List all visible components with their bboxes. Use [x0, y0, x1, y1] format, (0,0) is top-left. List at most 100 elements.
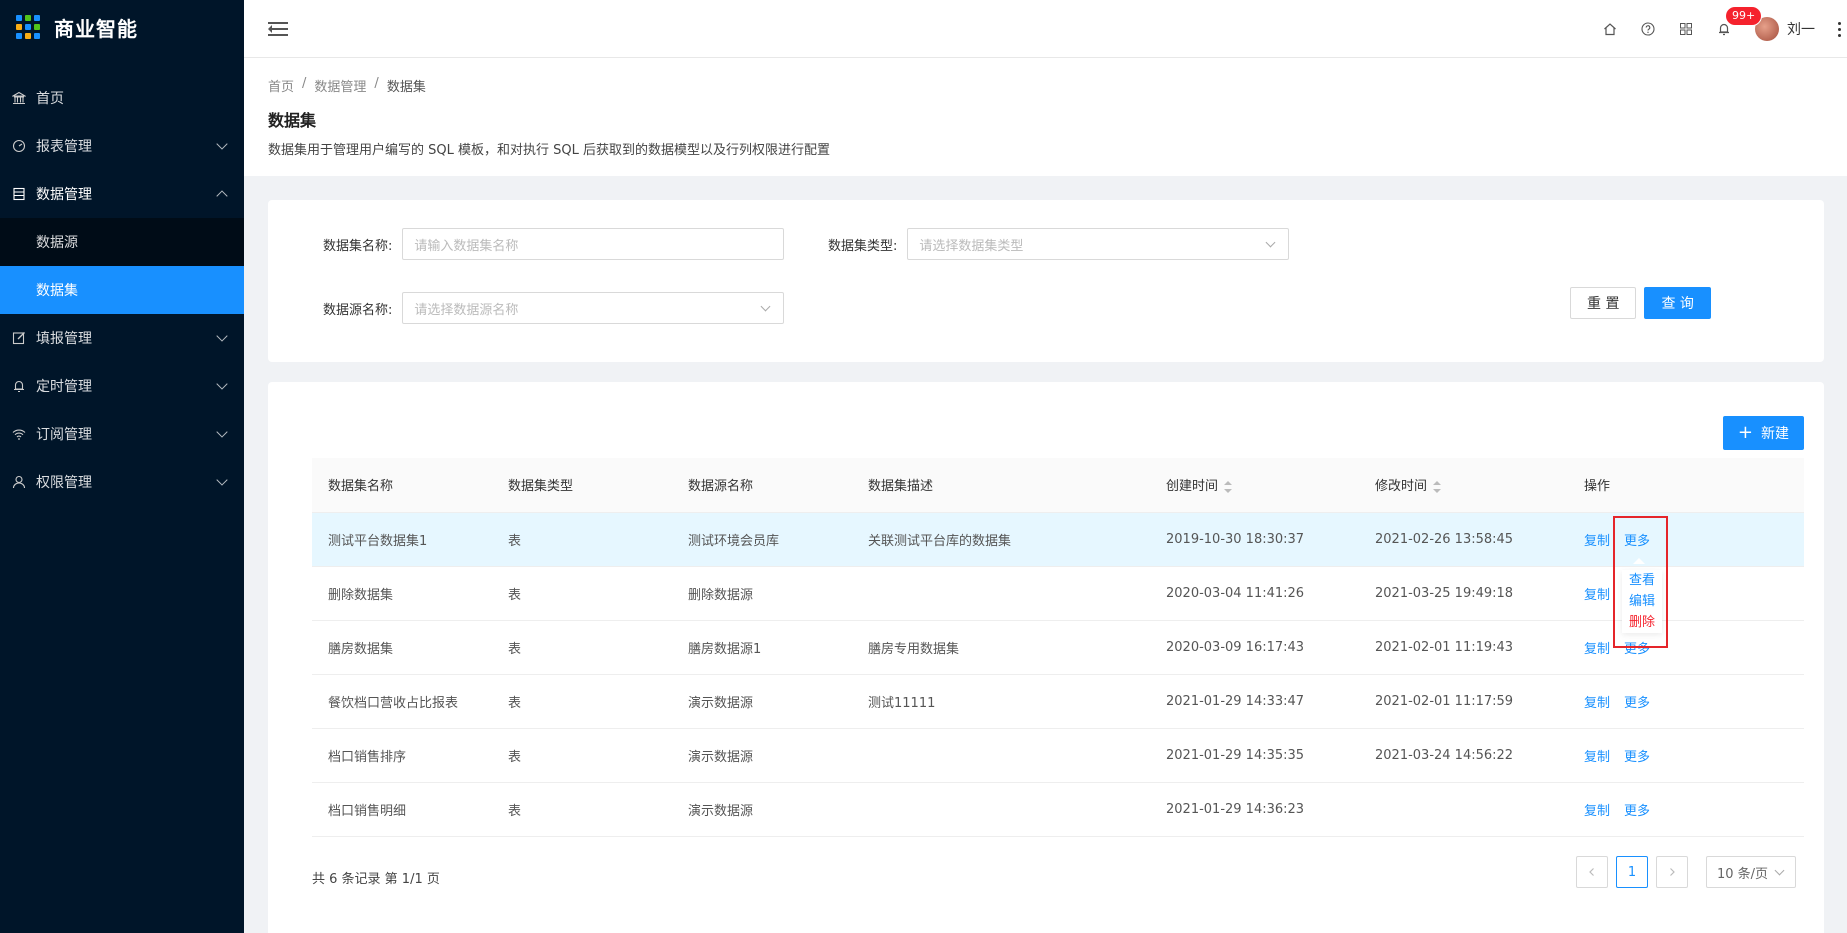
pagination: 1 10 条/页	[1576, 856, 1796, 888]
page-number[interactable]: 1	[1616, 856, 1648, 888]
home-icon[interactable]	[1591, 0, 1629, 58]
cell-modified: 2021-03-25 19:49:18	[1359, 566, 1568, 621]
table-row: 档口销售排序 表 演示数据源 2021-01-29 14:35:35 2021-…	[312, 728, 1804, 783]
select-placeholder: 请选择数据源名称	[414, 302, 519, 318]
notification-bell-icon[interactable]: 99+	[1705, 0, 1763, 58]
chevron-down-icon	[216, 426, 228, 438]
sidebar-item-home[interactable]: 首页	[0, 74, 244, 122]
column-header-created[interactable]: 创建时间	[1150, 458, 1359, 513]
sort-icon[interactable]	[1224, 480, 1233, 493]
cell-created: 2021-01-29 14:35:35	[1150, 728, 1359, 783]
table-row: 膳房数据集 表 膳房数据源1 膳房专用数据集 2020-03-09 16:17:…	[312, 620, 1804, 675]
breadcrumb-home[interactable]: 首页	[268, 76, 294, 95]
chevron-down-icon	[216, 474, 228, 486]
query-button[interactable]: 查 询	[1644, 287, 1711, 319]
column-header: 数据集描述	[852, 458, 1150, 513]
chevron-down-icon	[760, 301, 771, 312]
sidebar-item-label: 数据管理	[36, 187, 92, 203]
cell-actions: 复制更多	[1568, 728, 1804, 783]
sidebar-item-schedule-management[interactable]: 定时管理	[0, 362, 244, 410]
select-placeholder: 请选择数据集类型	[919, 238, 1024, 254]
help-icon[interactable]	[1629, 0, 1667, 58]
more-link[interactable]: 更多	[1624, 696, 1650, 711]
sidebar-item-label: 订阅管理	[36, 427, 92, 443]
app-grid-logo-icon	[16, 15, 40, 39]
dataset-table: 数据集名称 数据集类型 数据源名称 数据集描述 创建时间 修改时间 操作 测试平…	[312, 458, 1804, 837]
cell-type: 表	[492, 728, 672, 783]
table-row: 测试平台数据集1 表 测试环境会员库 关联测试平台库的数据集 2019-10-3…	[312, 512, 1804, 567]
table-row: 餐饮档口营收占比报表 表 演示数据源 测试11111 2021-01-29 14…	[312, 674, 1804, 729]
sidebar-item-label: 数据源	[36, 235, 78, 251]
cell-desc	[852, 728, 1150, 783]
filter-dataset-type: 数据集类型: 请选择数据集类型	[828, 228, 1290, 260]
prev-page-button[interactable]	[1576, 856, 1608, 888]
cell-type: 表	[492, 566, 672, 621]
breadcrumb: 首页 / 数据管理 / 数据集	[268, 76, 1847, 95]
new-button[interactable]: + 新建	[1722, 416, 1804, 450]
column-header: 数据集名称	[312, 458, 492, 513]
cell-desc: 关联测试平台库的数据集	[852, 512, 1150, 567]
cell-actions: 复制更多	[1568, 566, 1804, 621]
cell-created: 2019-10-30 18:30:37	[1150, 512, 1359, 567]
user-name[interactable]: 刘一	[1787, 19, 1815, 39]
cell-created: 2020-03-04 11:41:26	[1150, 566, 1359, 621]
page-size-select[interactable]: 10 条/页	[1706, 856, 1796, 888]
dataset-name-input[interactable]: 请输入数据集名称	[402, 228, 785, 260]
cell-modified	[1359, 782, 1568, 837]
copy-link[interactable]: 复制	[1584, 642, 1610, 657]
cell-source: 膳房数据源1	[672, 620, 852, 675]
plus-icon: +	[1737, 422, 1753, 443]
appstore-icon[interactable]	[1667, 0, 1705, 58]
copy-link[interactable]: 复制	[1584, 588, 1610, 603]
breadcrumb-current: 数据集	[386, 80, 426, 95]
copy-link[interactable]: 复制	[1584, 534, 1610, 549]
sort-icon[interactable]	[1433, 480, 1442, 493]
dataset-type-select[interactable]: 请选择数据集类型	[907, 228, 1290, 260]
cell-desc: 测试11111	[852, 674, 1150, 729]
sidebar-item-data-management[interactable]: 数据管理	[0, 170, 244, 218]
cell-type: 表	[492, 674, 672, 729]
notification-badge: 99+	[1725, 6, 1763, 26]
chevron-down-icon	[1774, 865, 1785, 876]
copy-link[interactable]: 复制	[1584, 804, 1610, 819]
filter-label: 数据集类型:	[828, 238, 898, 254]
sidebar-item-reports[interactable]: 报表管理	[0, 122, 244, 170]
datasource-name-select[interactable]: 请选择数据源名称	[402, 292, 785, 324]
next-page-button[interactable]	[1656, 856, 1688, 888]
column-header-modified[interactable]: 修改时间	[1359, 458, 1568, 513]
brand-title: 商业智能	[54, 16, 138, 41]
more-link[interactable]: 更多	[1624, 804, 1650, 819]
more-vertical-icon[interactable]	[1831, 0, 1847, 58]
user-icon	[12, 475, 26, 489]
sidebar-item-fill-management[interactable]: 填报管理	[0, 314, 244, 362]
sidebar-item-dataset[interactable]: 数据集	[0, 266, 244, 314]
cell-source: 演示数据源	[672, 728, 852, 783]
cell-type: 表	[492, 782, 672, 837]
column-header-label: 创建时间	[1166, 479, 1219, 495]
copy-link[interactable]: 复制	[1584, 696, 1610, 711]
sidebar-item-subscription-management[interactable]: 订阅管理	[0, 410, 244, 458]
bell-icon	[12, 379, 26, 393]
dashboard-icon	[12, 139, 26, 153]
sidebar-item-permission-management[interactable]: 权限管理	[0, 458, 244, 506]
filter-label: 数据源名称:	[323, 302, 393, 318]
menu-fold-icon[interactable]	[268, 21, 288, 37]
column-header: 操作	[1568, 458, 1804, 513]
cell-source: 演示数据源	[672, 674, 852, 729]
copy-link[interactable]: 复制	[1584, 750, 1610, 765]
cell-created: 2021-01-29 14:33:47	[1150, 674, 1359, 729]
filter-dataset-name: 数据集名称: 请输入数据集名称	[323, 228, 785, 260]
sidebar-item-datasource[interactable]: 数据源	[0, 218, 244, 266]
cell-name: 膳房数据集	[312, 620, 492, 675]
page-description: 数据集用于管理用户编写的 SQL 模板，和对执行 SQL 后获取到的数据模型以及…	[268, 143, 830, 158]
filter-actions: 重 置 查 询	[1570, 287, 1711, 319]
cell-modified: 2021-03-24 14:56:22	[1359, 728, 1568, 783]
page-size-value: 10 条/页	[1717, 866, 1769, 882]
table-row: 档口销售明细 表 演示数据源 2021-01-29 14:36:23 复制 更多	[312, 782, 1804, 837]
reset-button[interactable]: 重 置	[1570, 287, 1637, 319]
chevron-down-icon	[216, 330, 228, 342]
more-link[interactable]: 更多	[1624, 750, 1650, 765]
cell-actions: 复制更多	[1568, 782, 1804, 837]
column-header-label: 修改时间	[1375, 479, 1428, 495]
breadcrumb-data-management[interactable]: 数据管理	[314, 76, 366, 95]
